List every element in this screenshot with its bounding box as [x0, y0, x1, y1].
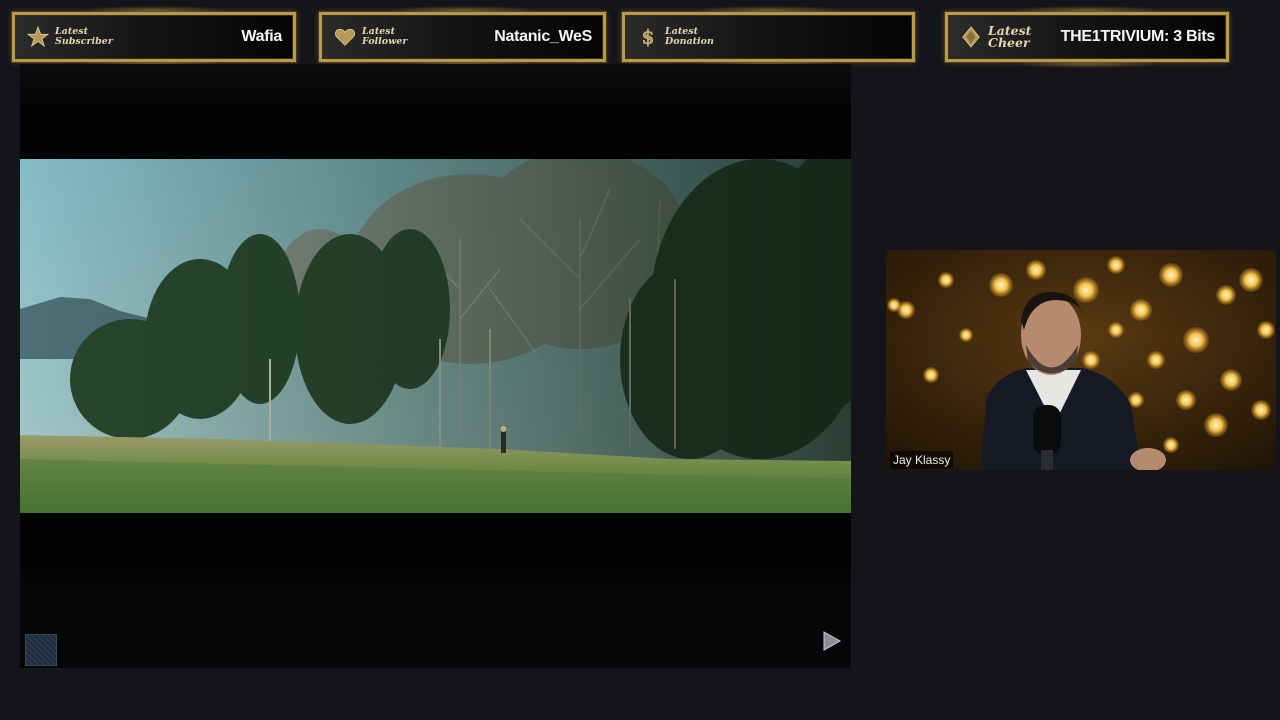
- webcam-name-label: Jay Klassy: [890, 451, 954, 469]
- latest-donation-panel: $ Latest Donation: [622, 12, 915, 62]
- star-icon: [27, 26, 49, 48]
- dollar-icon: $: [641, 27, 655, 48]
- video-frame[interactable]: [20, 159, 851, 513]
- stream-overlay: Latest Subscriber Wafia Latest Follower …: [0, 0, 1280, 720]
- play-next-icon[interactable]: [819, 629, 843, 653]
- video-scene: [20, 159, 851, 513]
- svg-text:$: $: [642, 27, 655, 48]
- latest-follower-panel: Latest Follower Natanic_WeS: [319, 12, 606, 62]
- latest-cheer-value: THE1TRIVIUM: 3 Bits: [1060, 28, 1216, 45]
- latest-subscriber-value: Wafia: [241, 28, 282, 45]
- latest-subscriber-label: Latest Subscriber: [55, 26, 113, 47]
- webcam-image: [886, 250, 1276, 470]
- video-player[interactable]: [20, 64, 851, 668]
- media-thumbnail-button[interactable]: [25, 634, 57, 666]
- heart-icon: [334, 28, 356, 46]
- latest-follower-value: Natanic_WeS: [494, 28, 592, 45]
- latest-cheer-label: Latest Cheer: [988, 23, 1032, 50]
- diamond-icon: [962, 26, 980, 48]
- latest-cheer-panel: Latest Cheer THE1TRIVIUM: 3 Bits: [945, 12, 1229, 62]
- video-bottom-bar: [20, 568, 851, 668]
- video-top-bar: [20, 64, 851, 104]
- latest-subscriber-panel: Latest Subscriber Wafia: [12, 12, 296, 62]
- latest-follower-label: Latest Follower: [362, 26, 408, 47]
- webcam-feed: Jay Klassy: [886, 250, 1276, 470]
- latest-donation-label: Latest Donation: [665, 26, 714, 47]
